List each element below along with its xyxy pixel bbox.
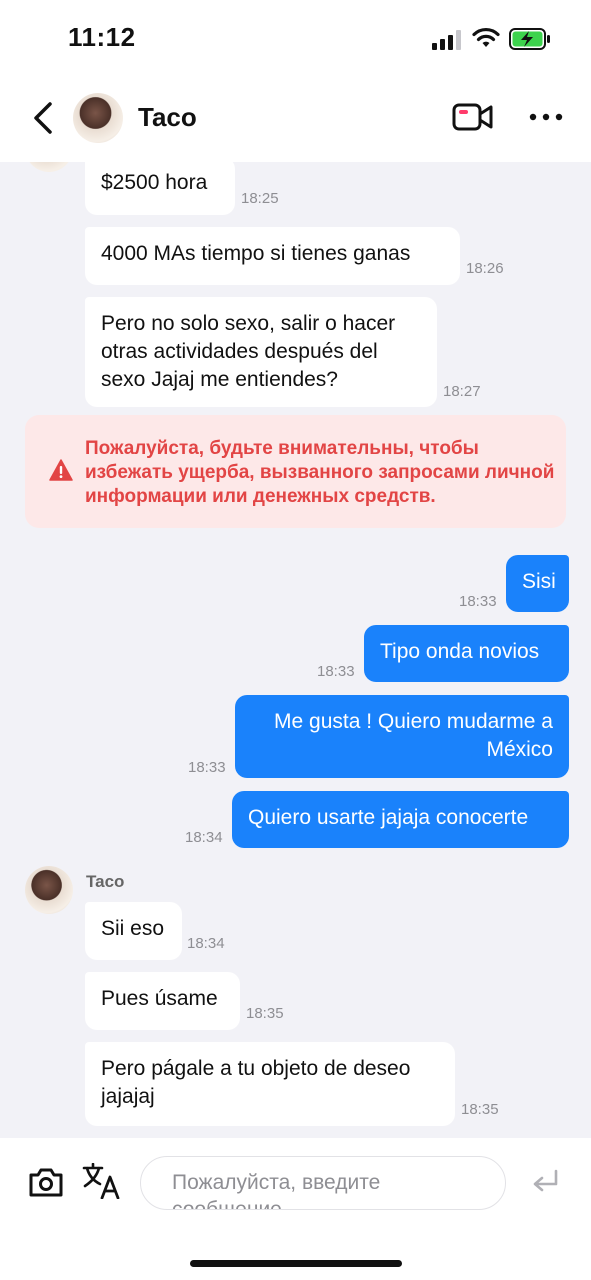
chat-messages[interactable]: $2500 hora 18:25 4000 MAs tiempo si tien… [0, 162, 591, 1138]
home-indicator [190, 1260, 402, 1267]
contact-avatar[interactable] [73, 93, 123, 143]
camera-icon[interactable] [28, 1166, 64, 1198]
warning-triangle-icon [49, 459, 73, 481]
incoming-message[interactable]: Sii eso [85, 902, 182, 960]
incoming-message[interactable]: $2500 hora [85, 162, 235, 215]
status-bar: 11:12 [0, 0, 591, 80]
incoming-message[interactable]: Pero págale a tu objeto de deseo jajajaj [85, 1042, 455, 1126]
message-time: 18:26 [466, 260, 504, 277]
outgoing-message[interactable]: Quiero usarte jajaja conocerte [232, 791, 569, 848]
message-time: 18:33 [459, 593, 497, 610]
incoming-message[interactable]: Pero no solo sexo, salir o hacer otras a… [85, 297, 437, 407]
sender-avatar [25, 162, 73, 172]
safety-warning-banner: Пожалуйста, будьте внимательны, чтобы из… [25, 415, 566, 528]
message-time: 18:27 [443, 383, 481, 400]
video-call-icon[interactable] [452, 100, 494, 134]
message-time: 18:35 [246, 1005, 284, 1022]
message-time: 18:25 [241, 190, 279, 207]
message-input-bar: Пожалуйста, введите сообщение [0, 1138, 591, 1280]
message-time: 18:34 [187, 935, 225, 952]
battery-charging-icon [509, 28, 550, 50]
sender-name: Taco [86, 872, 125, 891]
warning-text: Пожалуйста, будьте внимательны, чтобы из… [85, 438, 555, 507]
message-time: 18:34 [185, 829, 223, 846]
outgoing-message[interactable]: Tipo onda novios [364, 625, 569, 682]
message-time: 18:33 [317, 663, 355, 680]
translate-icon[interactable] [82, 1163, 120, 1199]
status-time: 11:12 [68, 22, 136, 52]
message-input-placeholder: Пожалуйста, введите сообщение [172, 1171, 381, 1210]
outgoing-message[interactable]: Sisi [506, 555, 569, 612]
wifi-icon [472, 27, 500, 47]
incoming-message[interactable]: 4000 MAs tiempo si tienes ganas [85, 227, 460, 285]
message-time: 18:35 [461, 1101, 499, 1118]
contact-name[interactable]: Taco [138, 102, 197, 133]
back-arrow-icon[interactable] [28, 98, 58, 138]
message-input[interactable]: Пожалуйста, введите сообщение [140, 1156, 506, 1210]
more-options-icon[interactable] [527, 107, 565, 127]
send-icon[interactable] [530, 1168, 560, 1198]
message-time: 18:33 [188, 759, 226, 776]
sender-avatar[interactable] [25, 866, 73, 914]
chat-header: Taco [0, 80, 591, 162]
outgoing-message[interactable]: Me gusta ! Quiero mudarme a México [235, 695, 569, 778]
incoming-message[interactable]: Pues úsame [85, 972, 240, 1030]
cellular-signal-icon [432, 30, 461, 50]
